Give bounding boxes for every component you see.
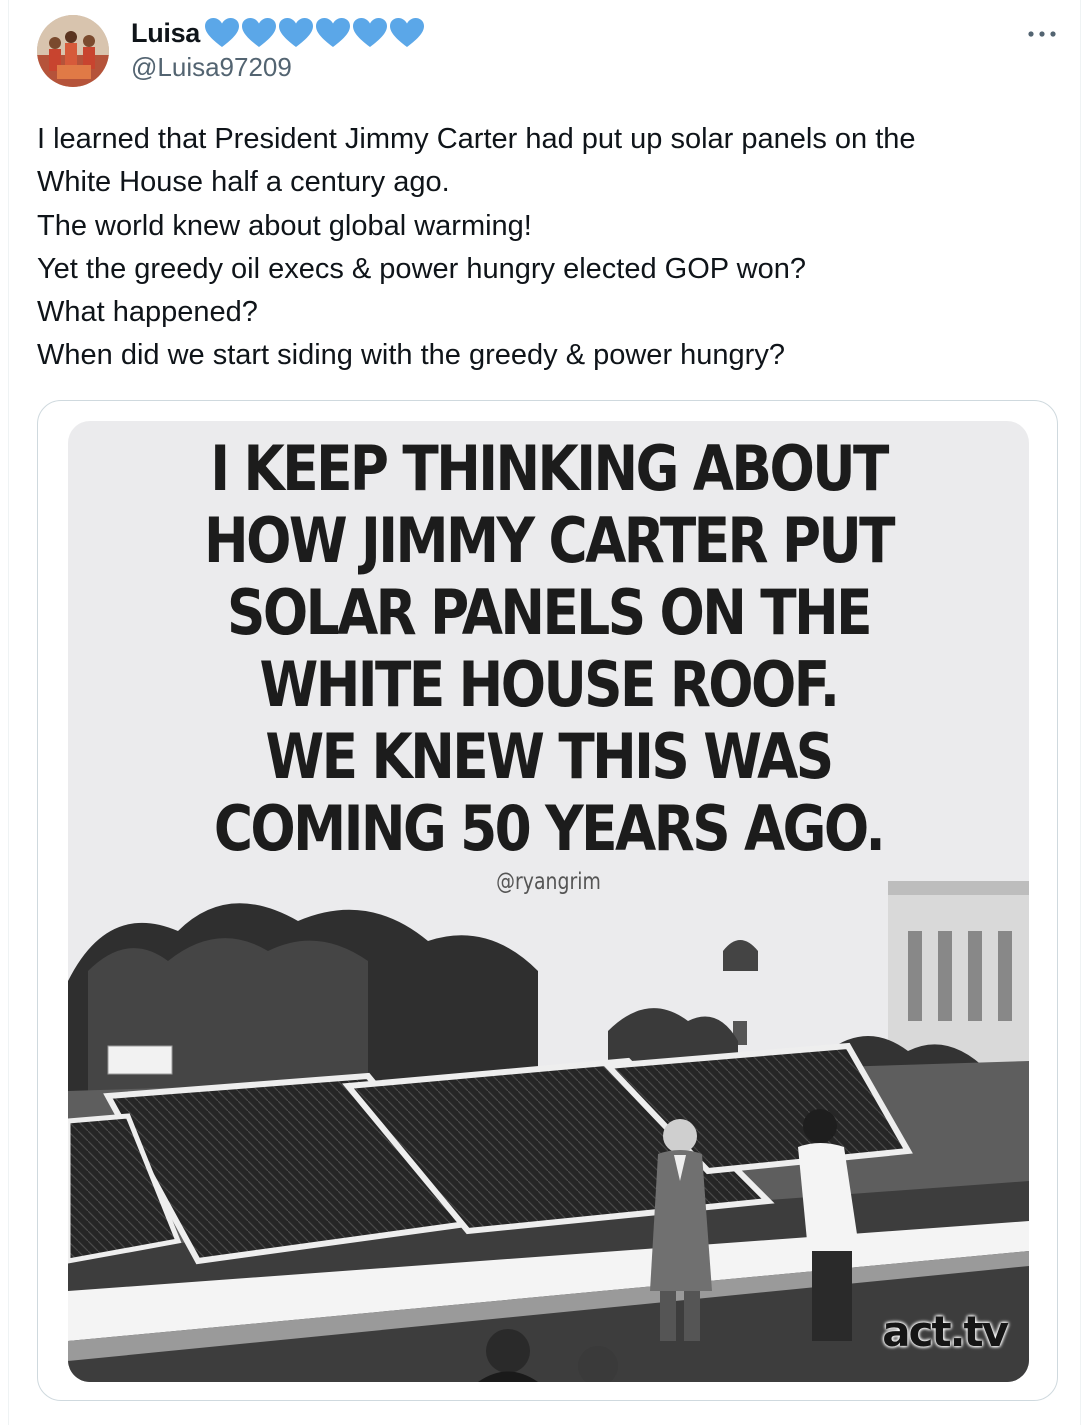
meme-headline-line: WHITE HOUSE ROOF. <box>259 648 841 721</box>
more-options-button[interactable] <box>1022 16 1062 52</box>
author-name-row[interactable]: Luisa <box>131 14 426 52</box>
meme-headline-line: HOW JIMMY CARTER PUT <box>204 504 896 577</box>
tweet-text-line: White House half a century ago. <box>37 166 450 199</box>
blue-heart-icon <box>316 18 351 47</box>
more-horizontal-icon <box>1028 31 1056 37</box>
meme-credit: @ryangrim <box>496 869 601 895</box>
meme-headline-line: SOLAR PANELS ON THE <box>227 576 873 649</box>
rooftop-solar-photo <box>68 821 1029 1382</box>
avatar-photo <box>37 15 109 87</box>
name-emoji-group <box>204 17 426 49</box>
tweet-text: I learned that President Jimmy Carter ha… <box>37 118 1037 378</box>
meme-headline-line: COMING 50 YEARS AGO. <box>213 792 886 865</box>
blue-heart-icon <box>242 18 277 47</box>
author-handle[interactable]: @Luisa97209 <box>131 52 292 83</box>
meme-image[interactable]: I KEEP THINKING ABOUT HOW JIMMY CARTER P… <box>68 421 1029 1382</box>
blue-heart-icon <box>205 18 240 47</box>
tweet-text-line: When did we start siding with the greedy… <box>37 339 785 372</box>
avatar[interactable] <box>37 15 109 87</box>
tweet: Luisa @Luisa97209 I learned that Preside… <box>8 0 1081 1425</box>
blue-heart-icon <box>353 18 388 47</box>
watermark-logo: act.tv <box>882 1307 1009 1356</box>
tweet-text-line: Yet the greedy oil execs & power hungry … <box>37 252 806 285</box>
meme-headline-line: WE KNEW THIS WAS <box>265 720 834 793</box>
blue-heart-icon <box>279 18 314 47</box>
meme-headline: I KEEP THINKING ABOUT HOW JIMMY CARTER P… <box>135 433 961 865</box>
tweet-text-line: The world knew about global warming! <box>37 209 532 242</box>
blue-heart-icon <box>390 18 425 47</box>
tweet-text-line: What happened? <box>37 296 258 329</box>
media-card[interactable]: I KEEP THINKING ABOUT HOW JIMMY CARTER P… <box>37 400 1058 1401</box>
tweet-text-line: I learned that President Jimmy Carter ha… <box>37 123 916 155</box>
author-display-name[interactable]: Luisa <box>131 18 200 49</box>
meme-headline-line: I KEEP THINKING ABOUT <box>210 432 889 505</box>
